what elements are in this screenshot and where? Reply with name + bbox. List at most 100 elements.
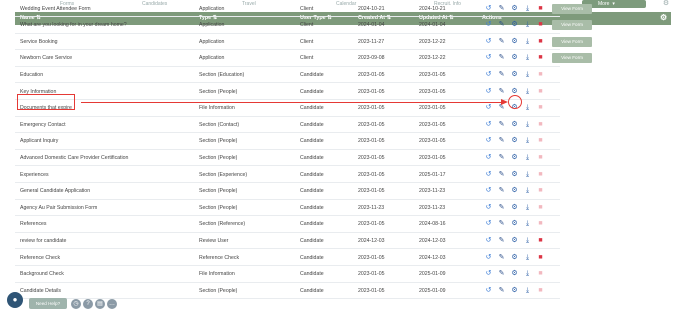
view-form-button[interactable]: View Form xyxy=(552,20,592,31)
history-icon[interactable]: ↺ xyxy=(484,286,493,296)
trash-icon[interactable]: ■ xyxy=(536,53,545,63)
gear-icon[interactable]: ⚙ xyxy=(510,186,519,196)
pencil-icon[interactable]: ✎ xyxy=(497,103,506,113)
pencil-icon[interactable]: ✎ xyxy=(497,219,506,229)
history-icon[interactable]: ↺ xyxy=(484,103,493,113)
trash-icon[interactable]: ■ xyxy=(536,236,545,246)
pencil-icon[interactable]: ✎ xyxy=(497,170,506,180)
gear-icon[interactable]: ⚙ xyxy=(510,286,519,296)
form-name[interactable]: Candidate Details xyxy=(20,288,61,294)
pencil-icon[interactable]: ✎ xyxy=(497,37,506,47)
download-icon[interactable]: ⤓ xyxy=(523,153,532,163)
download-icon[interactable]: ⤓ xyxy=(523,253,532,263)
download-icon[interactable]: ⤓ xyxy=(523,170,532,180)
gear-icon[interactable]: ⚙ xyxy=(510,153,519,163)
download-icon[interactable]: ⤓ xyxy=(523,136,532,146)
more-dots-icon[interactable]: … xyxy=(107,299,117,309)
download-icon[interactable]: ⤓ xyxy=(523,236,532,246)
trash-icon[interactable]: ■ xyxy=(536,203,545,213)
form-name[interactable]: Agency Au Pair Submission Form xyxy=(20,205,97,211)
pencil-icon[interactable]: ✎ xyxy=(497,87,506,97)
table-row[interactable]: Emergency Contact Section (Contact) Candid… xyxy=(15,117,560,134)
download-icon[interactable]: ⤓ xyxy=(523,203,532,213)
gear-icon[interactable]: ⚙ xyxy=(510,219,519,229)
gear-icon[interactable]: ⚙ xyxy=(510,269,519,279)
trash-icon[interactable]: ■ xyxy=(536,70,545,80)
form-name[interactable]: Experiences xyxy=(20,172,49,178)
help-label[interactable]: Need Help? xyxy=(29,298,67,309)
pencil-icon[interactable]: ✎ xyxy=(497,153,506,163)
history-icon[interactable]: ↺ xyxy=(484,70,493,80)
table-row[interactable]: Advanced Domestic Care Provider Certific… xyxy=(15,150,560,167)
pencil-icon[interactable]: ✎ xyxy=(497,53,506,63)
gear-icon[interactable]: ⚙ xyxy=(510,4,519,14)
download-icon[interactable]: ⤓ xyxy=(523,286,532,296)
download-icon[interactable]: ⤓ xyxy=(523,120,532,130)
history-icon[interactable]: ↺ xyxy=(484,120,493,130)
gear-icon[interactable]: ⚙ xyxy=(661,0,671,8)
history-icon[interactable]: ↺ xyxy=(484,87,493,97)
form-name[interactable]: Advanced Domestic Care Provider Certific… xyxy=(20,155,128,161)
gear-icon[interactable]: ⚙ xyxy=(510,70,519,80)
pencil-icon[interactable]: ✎ xyxy=(497,120,506,130)
history-icon[interactable]: ↺ xyxy=(484,20,493,30)
history-icon[interactable]: ↺ xyxy=(484,236,493,246)
form-name[interactable]: Applicant Inquiry xyxy=(20,138,58,144)
gear-icon[interactable]: ⚙ xyxy=(510,120,519,130)
view-form-button[interactable]: View Form xyxy=(552,53,592,64)
gear-icon[interactable]: ⚙ xyxy=(510,203,519,213)
history-icon[interactable]: ↺ xyxy=(484,4,493,14)
gear-icon[interactable]: ⚙ xyxy=(510,253,519,263)
download-icon[interactable]: ⤓ xyxy=(523,186,532,196)
trash-icon[interactable]: ■ xyxy=(536,37,545,47)
form-name[interactable]: Education xyxy=(20,72,43,78)
gear-icon[interactable]: ⚙ xyxy=(510,236,519,246)
pencil-icon[interactable]: ✎ xyxy=(497,20,506,30)
download-icon[interactable]: ⤓ xyxy=(523,70,532,80)
table-row[interactable]: General Candidate Application Section (Pe… xyxy=(15,183,560,200)
pencil-icon[interactable]: ✎ xyxy=(497,286,506,296)
table-row[interactable]: review for candidate Review User Candidate… xyxy=(15,233,560,250)
pencil-icon[interactable]: ✎ xyxy=(497,236,506,246)
download-icon[interactable]: ⤓ xyxy=(523,4,532,14)
form-name[interactable]: General Candidate Application xyxy=(20,188,90,194)
table-row[interactable]: References Section (Reference) Candidate 20… xyxy=(15,216,560,233)
trash-icon[interactable]: ■ xyxy=(536,153,545,163)
trash-icon[interactable]: ■ xyxy=(536,103,545,113)
form-name[interactable]: Emergency Contact xyxy=(20,122,66,128)
download-icon[interactable]: ⤓ xyxy=(523,103,532,113)
table-row[interactable]: Candidate Details Section (People) Candida… xyxy=(15,283,560,300)
trash-icon[interactable]: ■ xyxy=(536,219,545,229)
download-icon[interactable]: ⤓ xyxy=(523,20,532,30)
history-icon[interactable]: ↺ xyxy=(484,53,493,63)
trash-icon[interactable]: ■ xyxy=(536,286,545,296)
table-row[interactable]: Wedding Event Attendee Form Application Cl… xyxy=(15,1,592,17)
form-name[interactable]: Wedding Event Attendee Form xyxy=(20,6,91,12)
table-row[interactable]: Key Information Section (People) Candidate… xyxy=(15,84,560,100)
gear-icon[interactable]: ⚙ xyxy=(510,170,519,180)
trash-icon[interactable]: ■ xyxy=(536,136,545,146)
form-name[interactable]: What are you looking for in your dream h… xyxy=(20,22,127,28)
form-name[interactable]: Newborn Care Service xyxy=(20,55,72,61)
document-icon[interactable]: ▤ xyxy=(95,299,105,309)
trash-icon[interactable]: ■ xyxy=(536,253,545,263)
form-name[interactable]: Reference Check xyxy=(20,255,60,261)
history-icon[interactable]: ↺ xyxy=(484,219,493,229)
view-form-button[interactable]: View Form xyxy=(552,3,592,14)
history-icon[interactable]: ↺ xyxy=(484,269,493,279)
history-icon[interactable]: ↺ xyxy=(484,170,493,180)
history-icon[interactable]: ↺ xyxy=(484,136,493,146)
trash-icon[interactable]: ■ xyxy=(536,186,545,196)
form-name[interactable]: References xyxy=(20,221,47,227)
table-row[interactable]: Education Section (Education) Candidate 202… xyxy=(15,67,560,84)
pencil-icon[interactable]: ✎ xyxy=(497,4,506,14)
history-icon[interactable]: ↺ xyxy=(484,153,493,163)
gear-icon[interactable]: ⚙ xyxy=(510,37,519,47)
download-icon[interactable]: ⤓ xyxy=(523,37,532,47)
form-name[interactable]: Background Check xyxy=(20,271,64,277)
pencil-icon[interactable]: ✎ xyxy=(497,269,506,279)
history-icon[interactable]: ↺ xyxy=(484,186,493,196)
question-icon[interactable]: ? xyxy=(83,299,93,309)
pencil-icon[interactable]: ✎ xyxy=(497,253,506,263)
trash-icon[interactable]: ■ xyxy=(536,20,545,30)
